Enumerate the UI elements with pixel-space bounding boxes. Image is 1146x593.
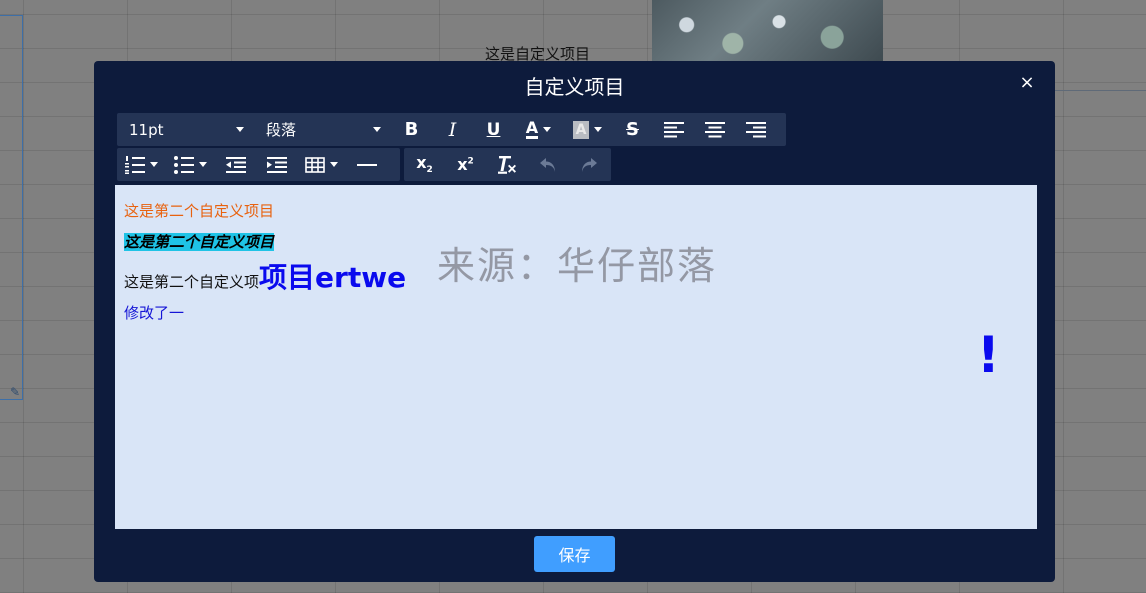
indent-icon	[266, 156, 287, 173]
large-blue-text: 项目ertwe	[259, 261, 407, 294]
outdent-icon	[225, 156, 246, 173]
chevron-down-icon	[543, 127, 552, 132]
redo-icon	[581, 157, 597, 172]
superscript-letter: x	[457, 155, 468, 174]
editor-line-blue: 修改了一	[124, 304, 185, 322]
toolbar-row-1: 11pt 段落 B I U A A S	[117, 113, 786, 146]
clear-format-icon	[497, 155, 516, 174]
toolbar-row-2-format: x2 x2	[404, 148, 611, 181]
horizontal-rule-button[interactable]	[346, 148, 387, 181]
edit-icon: ✎	[10, 385, 21, 399]
undo-icon	[539, 157, 555, 172]
save-button[interactable]: 保存	[534, 536, 615, 572]
align-left-icon	[663, 121, 684, 137]
block-format-value: 段落	[266, 121, 297, 139]
editor-line-orange: 这是第二个自定义项目	[124, 202, 275, 220]
superscript-icon: x2	[457, 155, 474, 174]
align-center-button[interactable]	[694, 113, 735, 146]
exclamation-mark: !	[977, 326, 1000, 384]
align-left-button[interactable]	[653, 113, 694, 146]
strikethrough-button[interactable]: S	[612, 113, 653, 146]
italic-button[interactable]: I	[432, 113, 473, 146]
toolbar-row-2-lists	[117, 148, 400, 181]
text-color-button[interactable]: A	[514, 113, 563, 146]
undo-button[interactable]	[527, 148, 568, 181]
underline-icon: U	[486, 119, 501, 140]
clear-format-button[interactable]	[486, 148, 527, 181]
editor-line-mixed: 这是第二个自定义项项目ertwe	[124, 261, 1028, 299]
indent-button[interactable]	[256, 148, 297, 181]
chevron-down-icon	[150, 162, 158, 167]
subscript-button[interactable]: x2	[404, 148, 445, 181]
background-color-button[interactable]: A	[563, 113, 612, 146]
horizontal-rule-icon	[356, 163, 377, 166]
table-button[interactable]	[297, 148, 346, 181]
table-icon	[305, 156, 325, 173]
chevron-down-icon	[594, 127, 603, 132]
normal-text: 这是第二个自定义项	[124, 273, 260, 291]
subscript-icon: x2	[416, 153, 433, 176]
outdent-button[interactable]	[215, 148, 256, 181]
italic-icon: I	[448, 118, 457, 141]
selected-cell	[0, 15, 23, 400]
highlighted-text: 这是第二个自定义项目	[124, 233, 275, 251]
bold-icon: B	[404, 119, 419, 140]
rich-text-editor[interactable]: 这是第二个自定义项目 这是第二个自定义项目 这是第二个自定义项项目ertwe 修…	[115, 185, 1037, 529]
chevron-down-icon	[373, 127, 381, 132]
dialog-title: 自定义项目	[524, 75, 625, 99]
bullet-list-icon	[174, 155, 194, 174]
subscript-letter: x	[416, 153, 427, 173]
bullet-list-button[interactable]	[166, 148, 215, 181]
chevron-down-icon	[199, 162, 207, 167]
block-format-select[interactable]: 段落	[254, 113, 391, 146]
text-color-icon: A	[525, 118, 539, 139]
numbered-list-icon	[125, 155, 145, 174]
numbered-list-button[interactable]	[117, 148, 166, 181]
custom-item-dialog: 自定义项目 × 11pt 段落 B I U A A S x2 x2 这是第二个自…	[94, 61, 1055, 582]
background-color-icon: A	[572, 120, 590, 139]
font-size-value: 11pt	[129, 120, 164, 139]
chevron-down-icon	[236, 127, 244, 132]
strikethrough-icon: S	[626, 119, 639, 140]
background-photo	[652, 0, 883, 62]
superscript-button[interactable]: x2	[445, 148, 486, 181]
align-right-icon	[745, 121, 766, 137]
chevron-down-icon	[330, 162, 338, 167]
font-size-select[interactable]: 11pt	[117, 113, 254, 146]
bold-button[interactable]: B	[391, 113, 432, 146]
redo-button[interactable]	[568, 148, 609, 181]
align-right-button[interactable]	[735, 113, 776, 146]
close-icon[interactable]: ×	[1019, 74, 1035, 92]
align-center-icon	[704, 121, 725, 137]
underline-button[interactable]: U	[473, 113, 514, 146]
editor-line-highlighted: 这是第二个自定义项目	[124, 231, 1028, 253]
